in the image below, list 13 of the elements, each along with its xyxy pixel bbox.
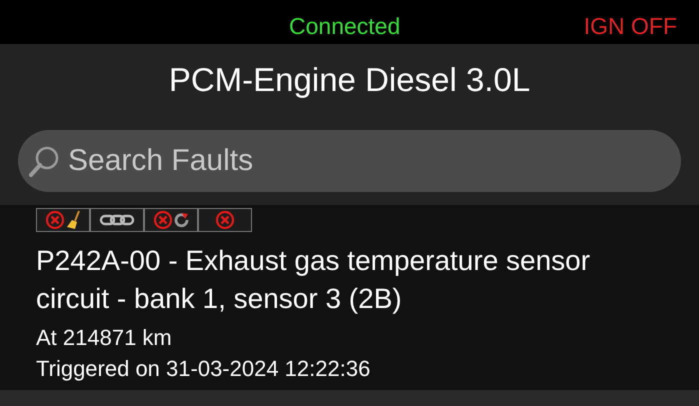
x-circle-icon (44, 210, 64, 230)
x-circle-icon (215, 210, 235, 230)
odometer-reading: At 214871 km (36, 324, 173, 352)
ignition-status: IGN OFF (584, 12, 677, 40)
search-field[interactable]: Search Faults (18, 130, 681, 192)
fault-description: P242A-00 - Exhaust gas temperature sensor circuit - bank 1, sensor 3 (2B) (36, 244, 592, 316)
chain-icon (99, 213, 135, 227)
trigger-time: Triggered on 31-03-2024 12:22:36 (36, 355, 372, 383)
x-circle-icon (152, 210, 172, 230)
circular-arrow-icon (174, 211, 190, 229)
page-title: PCM-Engine Diesel 3.0L (168, 60, 530, 100)
connection-status: Connected (289, 12, 400, 40)
broom-icon (66, 210, 82, 230)
